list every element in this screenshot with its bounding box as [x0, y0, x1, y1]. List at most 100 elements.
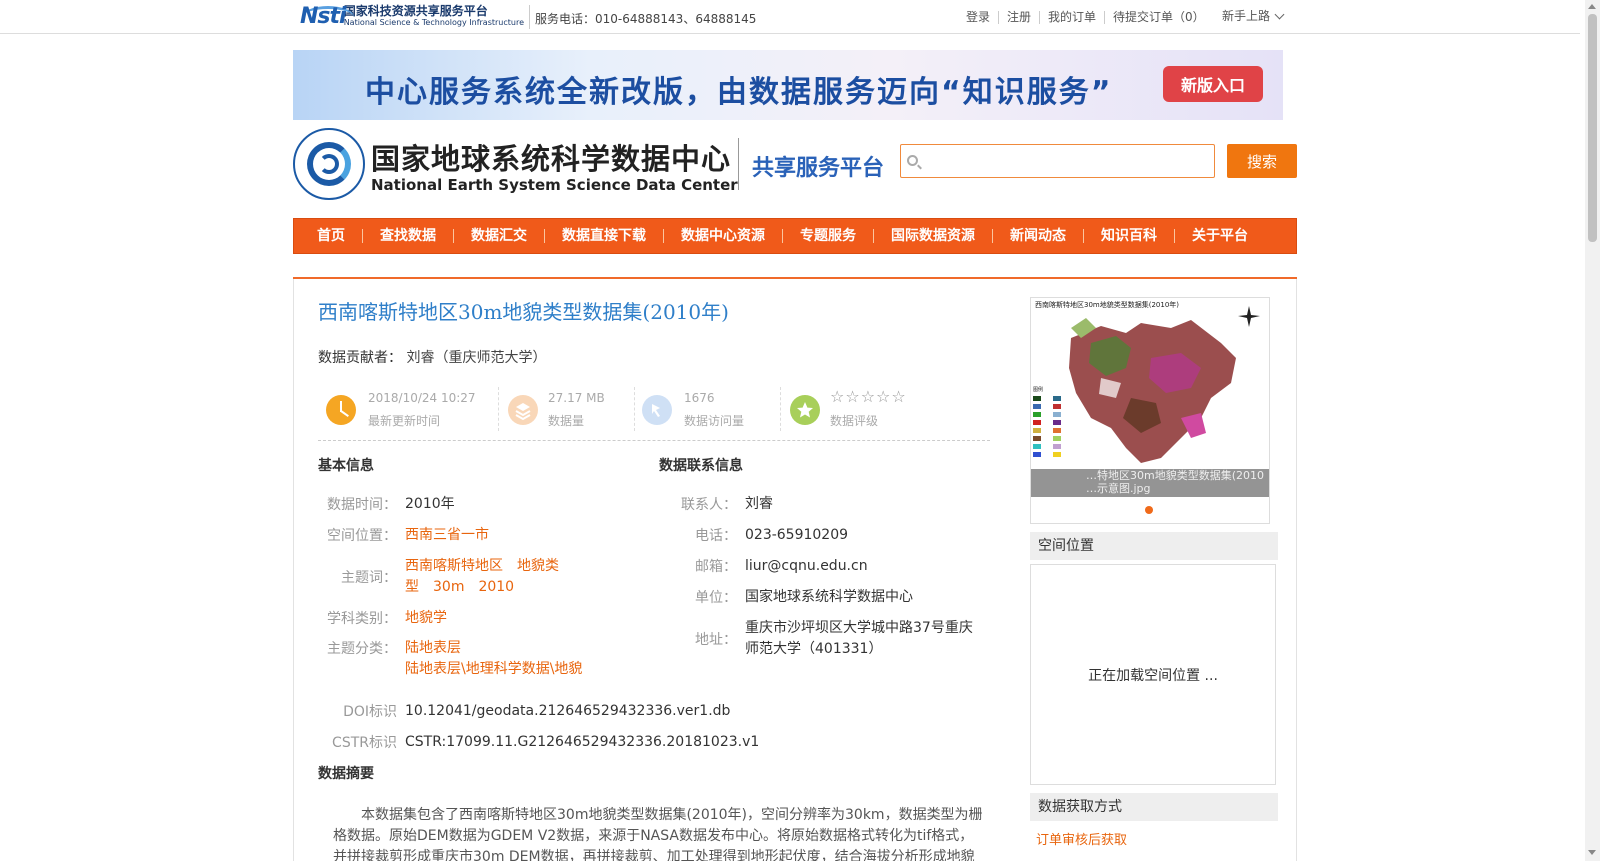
keywords-label: 主题词：: [341, 570, 397, 586]
spatial-map-box[interactable]: 正在加载空间位置 ...: [1030, 564, 1276, 785]
nav-item-submit-data[interactable]: 数据汇交: [454, 229, 545, 243]
subject-row: 学科类别： 地貌学: [318, 608, 447, 629]
new-version-button[interactable]: 新版入口: [1163, 66, 1263, 102]
carousel-dot[interactable]: [1145, 506, 1153, 514]
center-name-en: National Earth System Science Data Cente…: [371, 176, 738, 194]
chevron-down-icon: [1274, 9, 1285, 19]
login-link[interactable]: 登录: [958, 11, 1000, 24]
contact-addr-line-1: 重庆市沙坪坝区大学城中路37号重庆: [745, 620, 973, 636]
newbie-dropdown[interactable]: 新手上路: [1222, 7, 1285, 24]
contact-person-value: 刘睿: [745, 496, 773, 512]
location-link[interactable]: 西南三省一市: [405, 525, 489, 546]
promo-banner[interactable]: 中心服务系统全新改版，由数据服务迈向“知识服务” 新版入口: [293, 50, 1283, 120]
access-panel-title: 数据获取方式: [1030, 793, 1278, 821]
contact-org-row: 单位： 国家地球系统科学数据中心: [659, 587, 913, 608]
nav-item-news[interactable]: 新闻动态: [993, 229, 1084, 243]
location-label: 空间位置：: [327, 528, 397, 544]
keywords-line-2[interactable]: 型 30m 2010: [405, 577, 559, 598]
contact-addr-row: 地址： 重庆市沙坪坝区大学城中路37号重庆 师范大学（401331）: [659, 618, 973, 660]
nav-item-international-data[interactable]: 国际数据资源: [874, 229, 993, 243]
nav-item-wiki[interactable]: 知识百科: [1084, 229, 1175, 243]
page-scrollbar[interactable]: [1585, 0, 1600, 861]
contact-phone-row: 电话： 023-65910209: [659, 525, 848, 546]
nsti-logo-en: National Science & Technology Infrastruc…: [343, 18, 524, 27]
layers-icon: [508, 395, 538, 425]
nav-item-about[interactable]: 关于平台: [1175, 229, 1265, 243]
stat-rating: ☆☆☆☆☆ 数据评级: [780, 387, 980, 433]
dataset-thumbnail[interactable]: 西南喀斯特地区30m地貌类型数据集(2010年) 图例 …特地区30m地貌类型数…: [1030, 297, 1270, 524]
thumbnail-caption-line-2: …示意图.jpg: [1086, 482, 1151, 495]
stat-visits: 1676 数据访问量: [634, 387, 780, 433]
search-button[interactable]: 搜索: [1227, 144, 1297, 178]
nav-item-topic-services[interactable]: 专题服务: [783, 229, 874, 243]
stat-size: 27.17 MB 数据量: [498, 387, 634, 433]
doi-value: 10.12041/geodata.212646529432336.ver1.db: [405, 703, 731, 719]
dataset-stats: 2018/10/24 10:27 最新更新时间 27.17 MB 数据量 167…: [318, 387, 990, 441]
nav-item-center-resources[interactable]: 数据中心资源: [664, 229, 783, 243]
doi-label: DOI标识: [343, 704, 397, 720]
contributor: 数据贡献者： 刘睿（重庆师范大学）: [318, 347, 546, 367]
center-name-cn: 国家地球系统科学数据中心: [371, 142, 732, 176]
star-badge-icon: [790, 395, 820, 425]
subject-label: 学科类别：: [327, 611, 397, 627]
my-orders-link[interactable]: 我的订单: [1040, 11, 1106, 24]
visits-label: 数据访问量: [684, 414, 745, 428]
update-time-value: 2018/10/24 10:27: [368, 391, 476, 405]
stat-update-time: 2018/10/24 10:27 最新更新时间: [318, 387, 498, 433]
category-line-2[interactable]: 陆地表层\地理科学数据\地貌: [405, 659, 582, 680]
basic-info-title: 基本信息: [318, 458, 374, 474]
pending-orders-link[interactable]: 待提交订单（0）: [1105, 11, 1213, 24]
contributor-label: 数据贡献者：: [318, 350, 402, 366]
platform-name: 共享服务平台: [752, 156, 885, 181]
topbar-divider: [529, 5, 530, 29]
register-link[interactable]: 注册: [999, 11, 1041, 24]
scrollbar-thumb[interactable]: [1588, 14, 1597, 242]
contact-person-label: 联系人：: [681, 497, 737, 513]
keywords-line-1[interactable]: 西南喀斯特地区 地貌类: [405, 556, 559, 577]
compass-icon: [1238, 306, 1260, 327]
rating-label: 数据评级: [830, 414, 879, 428]
nsti-logo-mark: Nsti: [300, 4, 354, 30]
data-time-label: 数据时间：: [327, 497, 397, 513]
rating-stars[interactable]: ☆☆☆☆☆: [830, 387, 907, 406]
thumbnail-caption: …特地区30m地貌类型数据集(2010 …示意图.jpg: [1031, 469, 1269, 497]
thumbnail-map: 西南喀斯特地区30m地貌类型数据集(2010年) 图例: [1031, 298, 1269, 498]
nsti-logo-mark-text: Nsti: [300, 4, 347, 29]
category-label: 主题分类：: [327, 641, 397, 657]
banner-text: 中心服务系统全新改版，由数据服务迈向“知识服务”: [365, 75, 1113, 110]
thumbnail-legend-label: 图例: [1033, 386, 1043, 393]
search-input[interactable]: [923, 149, 1208, 173]
nsti-logo[interactable]: Nsti 国家科技资源共享服务平台 National Science & Tec…: [300, 3, 524, 31]
abstract-title: 数据摘要: [318, 766, 374, 782]
category-row: 主题分类： 陆地表层 陆地表层\地理科学数据\地貌: [318, 638, 582, 680]
nav-item-home[interactable]: 首页: [311, 229, 363, 243]
cstr-label: CSTR标识: [332, 735, 397, 751]
data-time-value: 2010年: [405, 496, 455, 512]
nsti-logo-cn: 国家科技资源共享服务平台: [343, 4, 488, 18]
contact-email-value[interactable]: liur@cqnu.edu.cn: [745, 556, 868, 577]
contact-org-value: 国家地球系统科学数据中心: [745, 589, 913, 605]
top-bar: Nsti 国家科技资源共享服务平台 National Science & Tec…: [0, 0, 1580, 34]
nav-item-find-data[interactable]: 查找数据: [363, 229, 454, 243]
center-logo[interactable]: 国家地球系统科学数据中心 National Earth System Scien…: [293, 126, 885, 202]
location-row: 空间位置： 西南三省一市: [318, 525, 489, 546]
cstr-value: CSTR:17099.11.G212646529432336.20181023.…: [405, 734, 760, 750]
nav-item-direct-download[interactable]: 数据直接下载: [545, 229, 664, 243]
subject-link[interactable]: 地貌学: [405, 608, 447, 629]
data-time-row: 数据时间： 2010年: [318, 494, 455, 515]
category-line-1[interactable]: 陆地表层: [405, 638, 582, 659]
keywords-row: 主题词： 西南喀斯特地区 地貌类 型 30m 2010: [318, 556, 559, 598]
contact-email-label: 邮箱：: [695, 559, 737, 575]
update-time-label: 最新更新时间: [368, 414, 441, 428]
scroll-up-arrow-icon[interactable]: [1588, 4, 1596, 9]
size-value: 27.17 MB: [548, 391, 605, 405]
logo-separator: [738, 138, 739, 190]
top-links: 登录 注册 我的订单 待提交订单（0）: [958, 11, 1213, 24]
access-method-link[interactable]: 订单审核后获取: [1036, 829, 1127, 848]
contact-org-label: 单位：: [695, 590, 737, 606]
center-emblem-icon: [293, 128, 365, 200]
clock-icon: [326, 395, 356, 425]
scroll-down-arrow-icon[interactable]: [1588, 850, 1596, 855]
main-nav: 首页 查找数据 数据汇交 数据直接下载 数据中心资源 专题服务 国际数据资源 新…: [293, 218, 1297, 254]
contact-phone-label: 电话：: [695, 528, 737, 544]
